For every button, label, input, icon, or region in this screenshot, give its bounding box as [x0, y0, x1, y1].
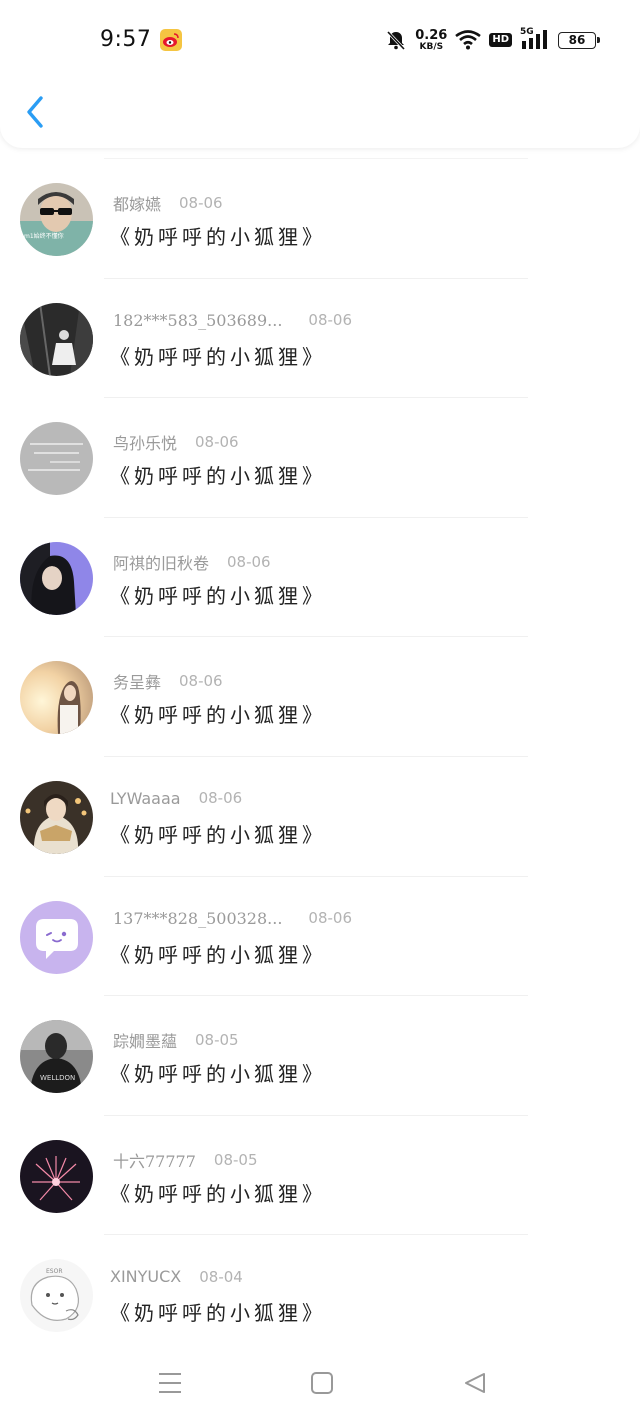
item-meta: LYWaaaa 08-06 — [110, 789, 242, 808]
item-date: 08-06 — [195, 433, 239, 452]
wifi-icon — [455, 30, 482, 50]
chevron-left-icon — [27, 96, 43, 128]
item-date: 08-04 — [199, 1267, 243, 1286]
list-item[interactable]: 鸟孙乐悦 08-06 《奶呼呼的小狐狸》 — [20, 397, 528, 517]
net-speed-unit: KB/S — [419, 41, 444, 52]
list-item[interactable]: m1始终不懂你 都嫁嬿 08-06 《奶呼呼的小狐狸》 — [20, 158, 528, 278]
net-speed-value: 0.26 — [415, 27, 448, 43]
list-item[interactable]: 182***583_503689... 08-06 《奶呼呼的小狐狸》 — [20, 277, 528, 398]
hd-badge: HD — [489, 33, 512, 47]
item-date: 08-05 — [195, 1031, 239, 1050]
back-triangle-icon — [465, 1373, 485, 1393]
back-button[interactable] — [20, 94, 50, 130]
signal-icon — [522, 30, 547, 49]
home-square-icon — [311, 1372, 333, 1394]
avatar[interactable]: ESOR — [20, 1259, 93, 1333]
avatar[interactable] — [20, 1139, 93, 1213]
status-time: 9:57 — [100, 27, 152, 52]
item-date: 08-06 — [308, 909, 353, 928]
item-date: 08-06 — [179, 194, 223, 212]
list-item[interactable]: WELLDON 踪嫺墨蘊 08-05 《奶呼呼的小狐狸》 — [20, 995, 528, 1115]
item-title[interactable]: 《奶呼呼的小狐狸》 — [110, 221, 326, 250]
user-name[interactable]: 鸟孙乐悦 — [113, 430, 177, 454]
item-date: 08-06 — [198, 789, 243, 808]
status-indicators: 0.26 KB/S HD 5G 86 — [385, 26, 600, 54]
item-meta: 踪嫺墨蘊 08-05 — [113, 1028, 239, 1052]
user-name[interactable]: 十六77777 — [113, 1148, 196, 1172]
item-title[interactable]: 《奶呼呼的小狐狸》 — [110, 1058, 326, 1087]
user-name[interactable]: 踪嫺墨蘊 — [113, 1028, 177, 1052]
item-meta: 鸟孙乐悦 08-06 — [113, 430, 239, 454]
avatar[interactable] — [20, 302, 93, 376]
list-item[interactable]: 137***828_500328... 08-06 《奶呼呼的小狐狸》 — [20, 875, 528, 996]
net-speed: 0.26 KB/S — [415, 29, 447, 52]
list-item[interactable]: ESOR XINYUCX 08-04 《奶呼呼的小狐狸》 — [20, 1234, 528, 1354]
status-bar: 9:57 0.26 KB/S HD 5G 86 — [0, 0, 640, 80]
user-name[interactable]: 务呈彝 — [113, 669, 161, 693]
back-nav-button[interactable] — [455, 1368, 495, 1398]
svg-text:ESOR: ESOR — [46, 1268, 63, 1275]
item-meta: XINYUCX 08-04 — [110, 1267, 243, 1286]
bell-muted-icon — [387, 30, 406, 51]
menu-icon — [159, 1373, 181, 1393]
avatar[interactable] — [20, 422, 93, 496]
user-name[interactable]: 182***583_503689... — [113, 311, 282, 330]
svg-text:m1始终不懂你: m1始终不懂你 — [24, 232, 64, 240]
avatar[interactable]: WELLDON — [20, 1020, 93, 1094]
user-name[interactable]: 都嫁嬿 — [113, 191, 161, 215]
item-title[interactable]: 《奶呼呼的小狐狸》 — [110, 341, 326, 370]
item-title[interactable]: 《奶呼呼的小狐狸》 — [110, 580, 326, 609]
item-meta: 都嫁嬿 08-06 — [113, 191, 223, 215]
menu-button[interactable] — [150, 1368, 190, 1398]
user-name[interactable]: 阿祺的旧秋卷 — [113, 550, 209, 574]
item-title[interactable]: 《奶呼呼的小狐狸》 — [110, 939, 326, 968]
list-item[interactable]: 阿祺的旧秋卷 08-06 《奶呼呼的小狐狸》 — [20, 516, 528, 637]
item-title[interactable]: 《奶呼呼的小狐狸》 — [110, 1297, 326, 1326]
item-title[interactable]: 《奶呼呼的小狐狸》 — [110, 819, 326, 848]
avatar[interactable] — [20, 661, 93, 735]
item-date: 08-06 — [179, 672, 223, 691]
user-name[interactable]: XINYUCX — [110, 1267, 181, 1286]
item-title[interactable]: 《奶呼呼的小狐狸》 — [110, 1178, 326, 1207]
svg-text:WELLDON: WELLDON — [40, 1074, 75, 1082]
signal-group: 5G — [520, 27, 550, 51]
list-item[interactable]: LYWaaaa 08-06 《奶呼呼的小狐狸》 — [20, 755, 528, 876]
comment-list: m1始终不懂你 都嫁嬿 08-06 《奶呼呼的小狐狸》 182***583_50… — [0, 158, 640, 1354]
avatar[interactable] — [20, 780, 93, 854]
avatar[interactable]: m1始终不懂你 — [20, 183, 93, 256]
user-name[interactable]: 137***828_500328... — [113, 909, 282, 928]
avatar[interactable] — [20, 900, 93, 974]
item-meta: 十六77777 08-05 — [113, 1148, 258, 1172]
item-date: 08-06 — [308, 311, 353, 330]
battery-indicator: 86 — [558, 31, 600, 49]
home-button[interactable] — [302, 1368, 342, 1398]
list-item[interactable]: 十六77777 08-05 《奶呼呼的小狐狸》 — [20, 1114, 528, 1235]
avatar[interactable] — [20, 541, 93, 615]
item-meta: 137***828_500328... 08-06 — [113, 909, 352, 928]
item-meta: 务呈彝 08-06 — [113, 669, 223, 693]
user-name[interactable]: LYWaaaa — [110, 789, 181, 808]
item-title[interactable]: 《奶呼呼的小狐狸》 — [110, 699, 326, 728]
item-meta: 阿祺的旧秋卷 08-06 — [113, 550, 271, 574]
navigation-bar — [0, 1350, 640, 1422]
item-date: 08-05 — [213, 1150, 258, 1169]
list-item[interactable]: 务呈彝 08-06 《奶呼呼的小狐狸》 — [20, 636, 528, 756]
item-date: 08-06 — [227, 552, 271, 571]
item-meta: 182***583_503689... 08-06 — [113, 311, 352, 330]
item-title[interactable]: 《奶呼呼的小狐狸》 — [110, 460, 326, 489]
weibo-icon — [160, 29, 182, 51]
